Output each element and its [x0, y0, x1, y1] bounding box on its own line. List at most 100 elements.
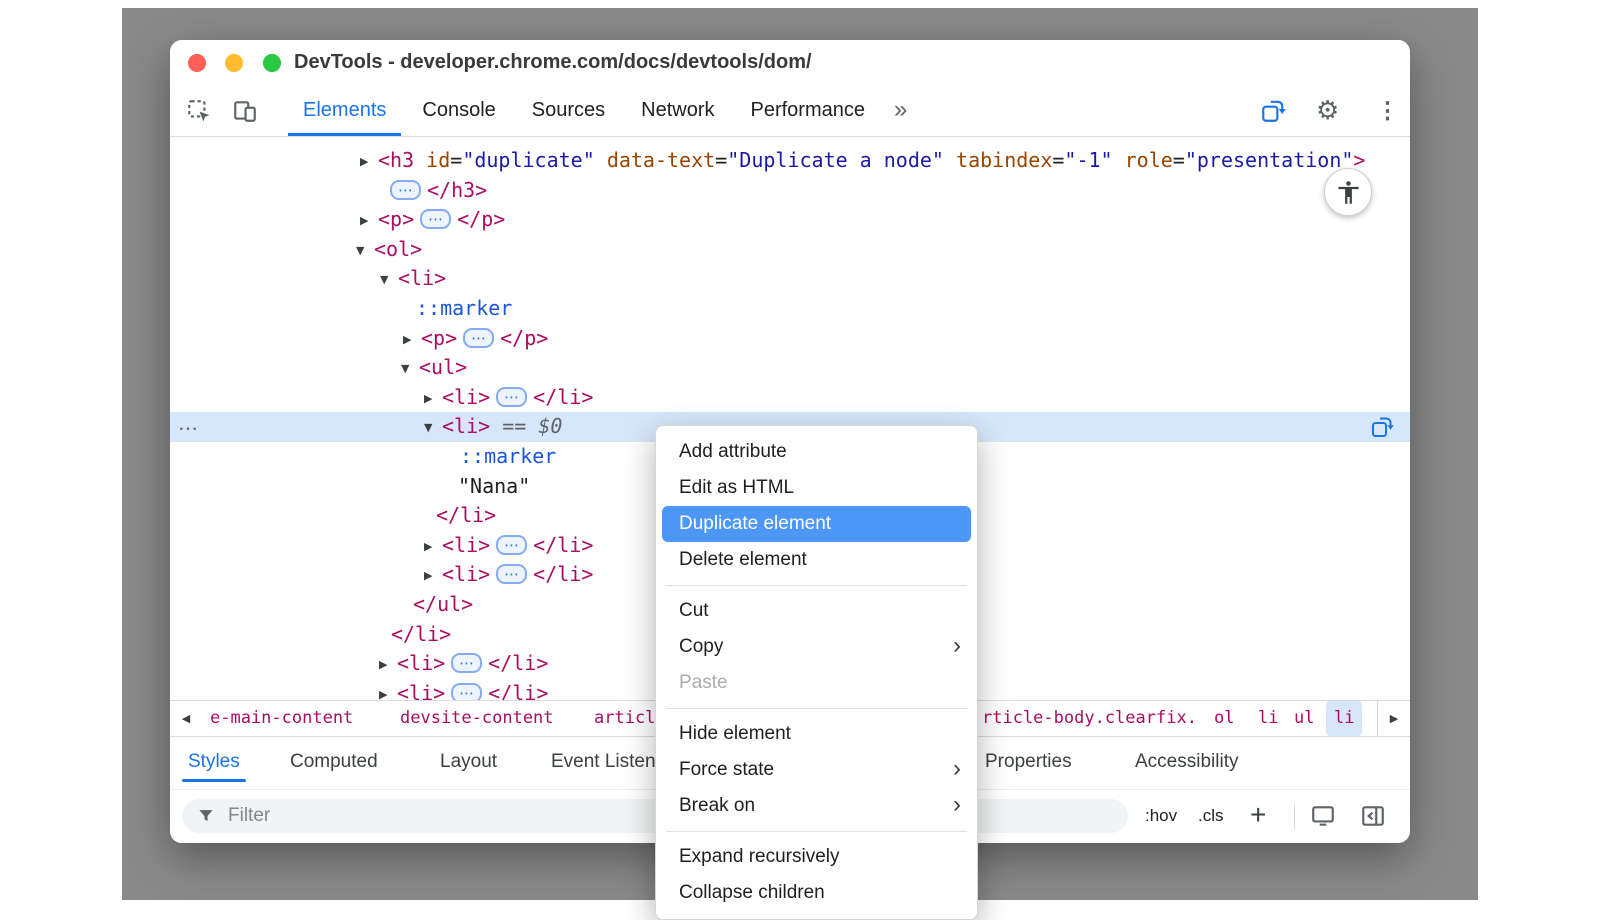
menu-item-expand-recursively[interactable]: Expand recursively [656, 839, 977, 875]
panel-tabs: ElementsConsoleSourcesNetworkPerformance… [288, 86, 907, 136]
minimize-button[interactable] [225, 54, 243, 72]
zoom-button[interactable] [263, 54, 281, 72]
code-token: ::marker [460, 444, 556, 468]
menu-item-edit-as-html[interactable]: Edit as HTML [656, 470, 977, 506]
tab-console[interactable]: Console [407, 86, 510, 136]
expand-arrow-icon[interactable]: ▶ [360, 147, 378, 177]
collapse-arrow-icon[interactable]: ▼ [356, 236, 374, 266]
device-toolbar-icon[interactable] [232, 98, 258, 124]
menu-item-collapse-children[interactable]: Collapse children [656, 875, 977, 911]
accessibility-person-icon [1335, 179, 1362, 206]
divider [1294, 804, 1295, 829]
tab-computed[interactable]: Computed [290, 737, 378, 787]
menu-item-copy[interactable]: Copy› [656, 629, 977, 665]
dom-tree-row[interactable]: ⋯</h3> [170, 176, 1410, 206]
expand-arrow-icon[interactable]: ▶ [424, 384, 442, 414]
focus-element-icon[interactable] [1260, 98, 1286, 124]
code-token: <li> [397, 681, 445, 700]
tab-layout[interactable]: Layout [440, 737, 497, 787]
dom-tree-row[interactable]: ▼<ul> [170, 353, 1410, 383]
code-token: </li> [533, 533, 593, 557]
menu-item-delete-element[interactable]: Delete element [656, 542, 977, 578]
new-style-rule-button[interactable]: + [1250, 790, 1266, 840]
code-token [595, 148, 607, 172]
settings-gear-icon[interactable]: ⚙ [1316, 96, 1339, 124]
accessibility-fab[interactable] [1324, 168, 1372, 216]
code-token: </li> [488, 651, 548, 675]
submenu-arrow-icon: › [953, 628, 961, 664]
code-token: <li> [398, 266, 446, 290]
code-token: "Duplicate a node" [727, 148, 944, 172]
inline-expand-button[interactable]: ⋯ [390, 180, 421, 200]
menu-item-add-attribute[interactable]: Add attribute [656, 434, 977, 470]
menu-item-hide-element[interactable]: Hide element [656, 716, 977, 752]
expand-arrow-icon[interactable]: ▶ [403, 325, 421, 355]
menu-item-break-on[interactable]: Break on› [656, 788, 977, 824]
expand-arrow-icon[interactable]: ▶ [424, 532, 442, 562]
tab-sources[interactable]: Sources [517, 86, 620, 136]
sidebar-toggle-icon[interactable] [1360, 803, 1386, 829]
tab-properties[interactable]: Properties [985, 737, 1072, 787]
inline-expand-button[interactable]: ⋯ [451, 653, 482, 673]
code-token: <li> [397, 651, 445, 675]
toggle-class-button[interactable]: .cls [1198, 790, 1224, 842]
code-token: <p> [378, 207, 414, 231]
dom-tree-row[interactable]: ::marker [170, 294, 1410, 324]
menu-item-paste[interactable]: Paste [656, 665, 977, 701]
row-more-actions-icon[interactable]: … [178, 409, 199, 439]
inline-expand-button[interactable]: ⋯ [496, 564, 527, 584]
collapse-arrow-icon[interactable]: ▼ [380, 265, 398, 295]
kebab-menu-icon[interactable]: ⋮ [1376, 96, 1399, 124]
breadcrumb-item-e-main-content[interactable]: e-main-content [210, 701, 353, 736]
collapse-arrow-icon[interactable]: ▼ [401, 354, 419, 384]
menu-item-cut[interactable]: Cut [656, 593, 977, 629]
menu-item-force-state[interactable]: Force state› [656, 752, 977, 788]
dom-tree-row[interactable]: ▶<p> ⋯ </p> [170, 205, 1410, 235]
breadcrumb-item-li[interactable]: li [1326, 701, 1362, 736]
inspect-element-icon[interactable] [186, 98, 212, 124]
menu-separator [666, 585, 967, 586]
breadcrumb-scroll-right-icon[interactable]: ▶ [1377, 701, 1410, 736]
menu-item-duplicate-element[interactable]: Duplicate element [662, 506, 971, 542]
expand-arrow-icon[interactable]: ▶ [360, 206, 378, 236]
expand-arrow-icon[interactable]: ▶ [379, 650, 397, 680]
dom-tree-row[interactable]: ▼<li> [170, 264, 1410, 294]
toggle-hover-state-button[interactable]: :hov [1145, 790, 1177, 842]
code-token: </p> [457, 207, 505, 231]
more-tabs-icon[interactable]: » [894, 86, 907, 133]
expand-arrow-icon[interactable]: ▶ [424, 561, 442, 591]
code-token: <li> [442, 385, 490, 409]
code-token: <li> [442, 533, 490, 557]
breadcrumb-item-ul[interactable]: ul [1294, 701, 1314, 736]
menu-separator [666, 831, 967, 832]
dom-tree-row[interactable]: ▶<p>⋯</p> [170, 324, 1410, 354]
focus-element-adorner-icon[interactable] [1370, 415, 1394, 439]
close-button[interactable] [188, 54, 206, 72]
tab-accessibility[interactable]: Accessibility [1135, 737, 1238, 787]
code-token: data-text [607, 148, 715, 172]
dom-tree-row[interactable]: ▼<ol> [170, 235, 1410, 265]
collapse-arrow-icon[interactable]: ▼ [424, 413, 442, 443]
tab-performance[interactable]: Performance [736, 86, 881, 136]
dom-tree-row[interactable]: ▶<li>⋯</li> [170, 383, 1410, 413]
code-token [1113, 148, 1125, 172]
inline-expand-button[interactable]: ⋯ [496, 535, 527, 555]
window-title: DevTools - developer.chrome.com/docs/dev… [294, 40, 812, 85]
inline-expand-button[interactable]: ⋯ [420, 209, 451, 229]
tab-elements[interactable]: Elements [288, 86, 401, 136]
breadcrumb-item-rticle-body-clearfix[interactable]: rticle-body.clearfix. [982, 701, 1197, 736]
breadcrumb-scroll-left-icon[interactable]: ◀ [170, 701, 202, 736]
expand-arrow-icon[interactable]: ▶ [379, 680, 397, 700]
tab-styles[interactable]: Styles [188, 737, 240, 787]
breadcrumb-item-devsite-content[interactable]: devsite-content [400, 701, 554, 736]
inline-expand-button[interactable]: ⋯ [496, 387, 527, 407]
inline-expand-button[interactable]: ⋯ [451, 683, 482, 700]
tab-network[interactable]: Network [626, 86, 729, 136]
monitor-icon[interactable] [1310, 803, 1336, 829]
breadcrumb-item-li[interactable]: li [1258, 701, 1278, 736]
inline-expand-button[interactable]: ⋯ [463, 328, 494, 348]
code-token: "duplicate" [462, 148, 594, 172]
breadcrumb-item-ol[interactable]: ol [1214, 701, 1234, 736]
dom-tree-row[interactable]: ▶<h3 id="duplicate" data-text="Duplicate… [170, 146, 1410, 176]
code-token: == $0 [490, 414, 562, 438]
